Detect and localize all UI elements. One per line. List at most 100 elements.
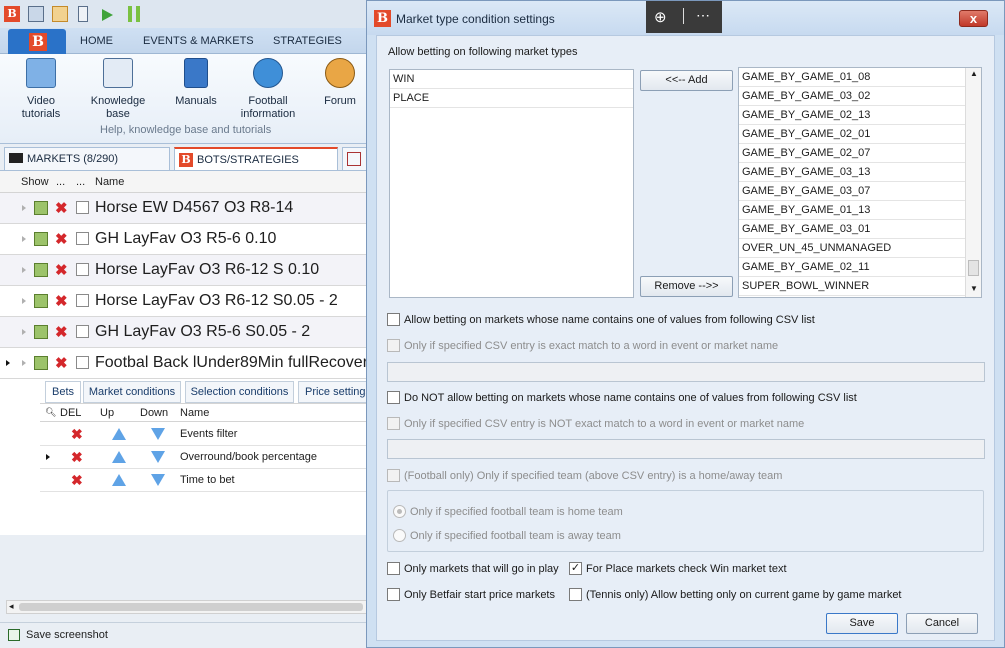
- strategy-enabled-icon[interactable]: [34, 201, 48, 215]
- delete-icon[interactable]: ✖: [55, 261, 68, 279]
- list-item[interactable]: SUPER_BOWL_WINNER: [739, 277, 965, 296]
- deny-csv-checkbox[interactable]: [387, 391, 400, 404]
- knowledge-base-button[interactable]: Knowledge base: [88, 58, 148, 121]
- allow-csv-checkbox[interactable]: [387, 313, 400, 326]
- col-down[interactable]: Down: [140, 407, 168, 419]
- list-item[interactable]: OVER_UN_45_UNMANAGED: [739, 239, 965, 258]
- available-types-list[interactable]: GAME_BY_GAME_01_08 GAME_BY_GAME_03_02 GA…: [738, 67, 982, 298]
- pause-icon[interactable]: [128, 6, 132, 22]
- remove-button[interactable]: Remove -->>: [640, 276, 733, 297]
- expand-icon[interactable]: [22, 329, 26, 335]
- app-logo-icon[interactable]: B: [4, 6, 20, 22]
- tab-bots-strategies[interactable]: B BOTS/STRATEGIES: [174, 147, 338, 170]
- strategy-checkbox[interactable]: [76, 232, 89, 245]
- list-item[interactable]: GAME_BY_GAME_03_13: [739, 163, 965, 182]
- delete-icon[interactable]: ✖: [71, 449, 83, 466]
- inplay-checkbox[interactable]: [387, 562, 400, 575]
- save-screenshot-link[interactable]: Save screenshot: [26, 629, 108, 641]
- horizontal-scrollbar[interactable]: ◂: [6, 600, 368, 614]
- col-up[interactable]: Up: [100, 407, 114, 419]
- move-up-icon[interactable]: [112, 451, 126, 463]
- move-down-icon[interactable]: [151, 451, 165, 463]
- list-item[interactable]: GAME_BY_GAME_03_01: [739, 220, 965, 239]
- strategy-row[interactable]: ✖ GH LayFav O3 R5-6 0.10: [0, 224, 368, 255]
- camera-icon[interactable]: [28, 6, 44, 22]
- search-icon[interactable]: 🔍︎: [45, 407, 56, 418]
- condition-row[interactable]: ✖ Overround/book percentage: [40, 446, 368, 469]
- strategy-row-selected[interactable]: ✖ Footbal Back lUnder89Min fullRecovery: [0, 348, 368, 379]
- expand-icon[interactable]: [22, 298, 26, 304]
- manuals-button[interactable]: Manuals: [166, 58, 226, 108]
- tab-bets[interactable]: Bets: [45, 381, 81, 403]
- tab-strategies[interactable]: STRATEGIES: [273, 35, 342, 47]
- home-team-radio[interactable]: [393, 505, 406, 518]
- save-button[interactable]: Save: [826, 613, 898, 634]
- strategy-row[interactable]: ✖ Horse EW D4567 O3 R8-14: [0, 193, 368, 224]
- allow-csv-input[interactable]: [387, 362, 985, 382]
- delete-icon[interactable]: ✖: [55, 323, 68, 341]
- col-show[interactable]: Show: [21, 176, 49, 188]
- tab-markets[interactable]: MARKETS (8/290): [4, 147, 170, 170]
- strategy-checkbox[interactable]: [76, 201, 89, 214]
- list-item[interactable]: GAME_BY_GAME_02_13: [739, 106, 965, 125]
- col-condition-name[interactable]: Name: [180, 407, 209, 419]
- strategy-row[interactable]: ✖ GH LayFav O3 R5-6 S0.05 - 2: [0, 317, 368, 348]
- condition-row[interactable]: ✖ Events filter: [40, 423, 368, 446]
- list-scrollbar[interactable]: ▲ ▼: [965, 68, 981, 297]
- strategy-checkbox[interactable]: [76, 294, 89, 307]
- play-icon[interactable]: [102, 9, 113, 21]
- collapse-icon[interactable]: [22, 360, 26, 366]
- deny-csv-exact-checkbox[interactable]: [387, 417, 400, 430]
- bsp-checkbox[interactable]: [387, 588, 400, 601]
- close-button[interactable]: x: [959, 10, 988, 27]
- expand-icon[interactable]: [22, 267, 26, 273]
- strategy-enabled-icon[interactable]: [34, 232, 48, 246]
- strategy-enabled-icon[interactable]: [34, 263, 48, 277]
- tab-selection-conditions[interactable]: Selection conditions: [185, 381, 294, 403]
- list-item[interactable]: GAME_BY_GAME_03_02: [739, 87, 965, 106]
- cancel-button[interactable]: Cancel: [906, 613, 978, 634]
- strategy-row[interactable]: ✖ Horse LayFav O3 R6-12 S 0.10: [0, 255, 368, 286]
- strategy-checkbox[interactable]: [76, 325, 89, 338]
- col-dots-1[interactable]: ...: [56, 176, 65, 188]
- hierarchy-icon[interactable]: [52, 6, 68, 22]
- expand-icon[interactable]: [22, 236, 26, 242]
- tab-market-conditions[interactable]: Market conditions: [83, 381, 181, 403]
- condition-row[interactable]: ✖ Time to bet: [40, 469, 368, 492]
- strategy-enabled-icon[interactable]: [34, 325, 48, 339]
- col-name[interactable]: Name: [95, 176, 124, 188]
- col-del[interactable]: DEL: [60, 407, 81, 419]
- away-team-radio[interactable]: [393, 529, 406, 542]
- expand-icon[interactable]: [22, 205, 26, 211]
- tab-chart[interactable]: [342, 147, 368, 170]
- move-down-icon[interactable]: [151, 428, 165, 440]
- list-item[interactable]: GAME_BY_GAME_02_11: [739, 258, 965, 277]
- strategy-checkbox[interactable]: [76, 263, 89, 276]
- delete-icon[interactable]: ✖: [55, 292, 68, 310]
- allow-csv-exact-checkbox[interactable]: [387, 339, 400, 352]
- scroll-left-icon[interactable]: ◂: [9, 601, 14, 612]
- delete-icon[interactable]: ✖: [55, 199, 68, 217]
- list-item[interactable]: GAME_BY_GAME_02_01: [739, 125, 965, 144]
- zoom-in-icon[interactable]: ⊕: [654, 8, 667, 26]
- more-options-button[interactable]: ⋯: [696, 7, 710, 24]
- list-item[interactable]: WIN: [390, 70, 633, 89]
- col-dots-2[interactable]: ...: [76, 176, 85, 188]
- delete-icon[interactable]: ✖: [71, 426, 83, 443]
- video-tutorials-button[interactable]: Video tutorials: [11, 58, 71, 121]
- strategy-enabled-icon[interactable]: [34, 294, 48, 308]
- list-item[interactable]: GAME_BY_GAME_02_07: [739, 144, 965, 163]
- scroll-up-icon[interactable]: ▲: [970, 69, 978, 78]
- app-menu-button[interactable]: B: [8, 29, 66, 54]
- screenshot-icon[interactable]: [8, 629, 20, 641]
- tab-price-settings[interactable]: Price settings: [298, 381, 368, 403]
- strategy-enabled-icon[interactable]: [34, 356, 48, 370]
- list-item[interactable]: PLACE: [390, 89, 633, 108]
- dialog-title-bar[interactable]: B Market type condition settings ⊕ ⋯ x: [367, 1, 1004, 35]
- strategy-row[interactable]: ✖ Horse LayFav O3 R6-12 S0.05 - 2: [0, 286, 368, 317]
- list-item[interactable]: GAME_BY_GAME_01_08: [739, 68, 965, 87]
- move-up-icon[interactable]: [112, 428, 126, 440]
- scroll-thumb[interactable]: [968, 260, 979, 276]
- tab-home[interactable]: HOME: [80, 35, 113, 47]
- scroll-down-icon[interactable]: ▼: [970, 284, 978, 293]
